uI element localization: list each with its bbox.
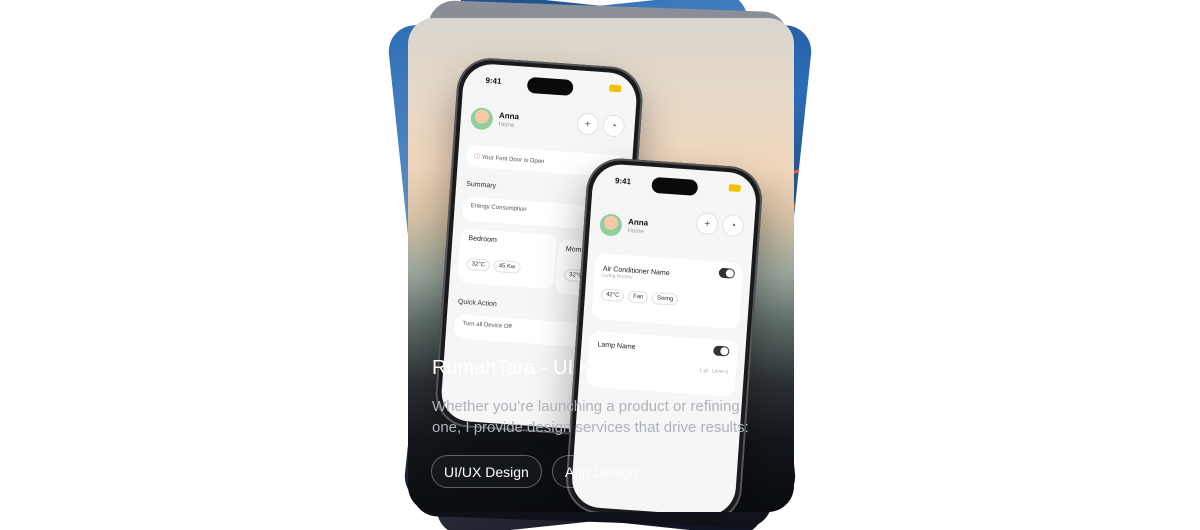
project-title: RumahTara - UI KIT Application <box>432 357 712 379</box>
user-location: Home <box>627 228 644 236</box>
bell-icon: ◔ <box>601 114 626 138</box>
status-icons <box>609 84 622 93</box>
tag-list: UI/UX Design App Design <box>431 455 651 488</box>
energy-label: Energy Consumption <box>470 203 527 214</box>
project-card[interactable]: 9:41 Anna Home + ◔ ⓘ Your Font Door is O… <box>408 18 794 512</box>
ac-toggle <box>718 267 736 279</box>
swing-label: Swing <box>651 292 679 306</box>
add-icon: + <box>575 112 600 136</box>
status-time: 9:41 <box>614 176 632 187</box>
temp-value: 42°C <box>600 288 625 303</box>
profile-header: Anna Home + ◔ <box>598 203 745 255</box>
alert-text: Your Font Door is Open <box>481 154 545 166</box>
user-location: Home <box>498 121 515 129</box>
room-temp: 32°C <box>466 258 491 272</box>
quick-action-label: Quick Action <box>457 298 498 309</box>
dynamic-island <box>526 76 574 96</box>
ac-device-card: Air Conditioner Name Living Rooms 42°C F… <box>591 253 744 330</box>
room-name: Bedroom <box>468 235 497 245</box>
bell-icon: ◔ <box>721 213 745 238</box>
device-name: Lamp Name <box>597 341 636 352</box>
user-name: Anna <box>498 110 520 122</box>
room-power: 45 Kw <box>493 259 521 274</box>
tag-ui-ux-design[interactable]: UI/UX Design <box>431 455 542 488</box>
avatar <box>470 106 494 131</box>
add-icon: + <box>695 211 719 236</box>
avatar <box>599 213 623 237</box>
quick-action-text: Turn all Device Off <box>462 320 512 331</box>
status-icons <box>728 184 742 192</box>
room-card-bedroom: Bedroom 32°C 45 Kw <box>457 228 557 290</box>
status-time: 9:41 <box>485 75 502 86</box>
battery-icon <box>609 84 622 93</box>
fan-label: Fan <box>627 290 649 304</box>
warning-icon: ⓘ <box>473 154 481 161</box>
dynamic-island <box>651 176 699 196</box>
user-name: Anna <box>627 217 649 228</box>
project-card-stack: 9:41 Anna Home + ◔ ⓘ Your Font Door is O… <box>0 0 1200 530</box>
summary-label: Summary <box>465 180 497 190</box>
tag-app-design[interactable]: App Design <box>551 455 651 488</box>
lamp-toggle <box>713 345 730 357</box>
battery-icon <box>728 184 742 192</box>
project-description: Whether you’re launching a product or re… <box>432 398 749 436</box>
